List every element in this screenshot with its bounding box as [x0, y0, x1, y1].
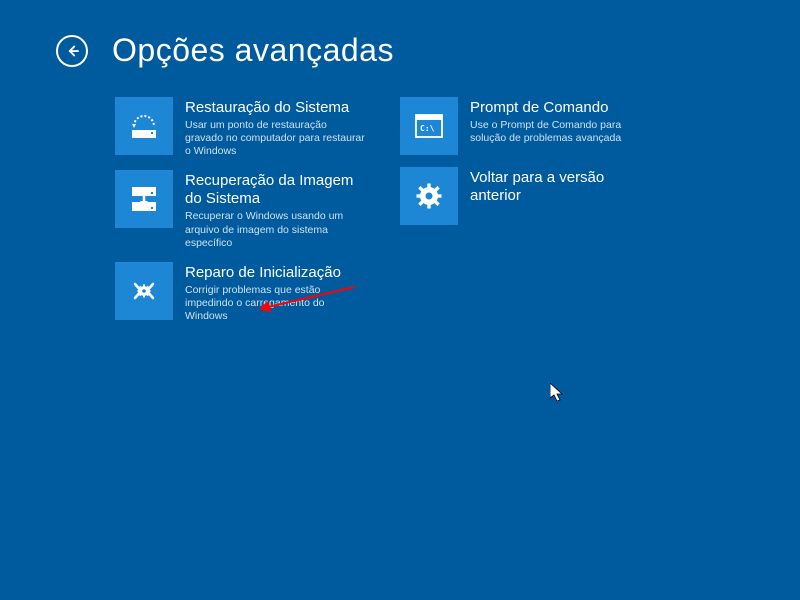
tile-text: Recuperação da Imagem do Sistema Recuper…	[185, 170, 370, 249]
mouse-cursor-icon	[550, 383, 566, 403]
tile-system-image-recovery[interactable]: Recuperação da Imagem do Sistema Recuper…	[115, 170, 370, 249]
column-right: C:\ Prompt de Comando Use o Prompt de Co…	[400, 97, 655, 323]
tile-startup-repair[interactable]: Reparo de Inicialização Corrigir problem…	[115, 262, 370, 323]
tile-title: Prompt de Comando	[470, 99, 650, 117]
command-prompt-icon: C:\	[400, 97, 458, 155]
page-title: Opções avançadas	[112, 32, 394, 69]
system-image-recovery-icon	[115, 170, 173, 228]
tile-title: Restauração do Sistema	[185, 99, 365, 117]
system-restore-icon	[115, 97, 173, 155]
arrow-left-icon	[63, 42, 81, 60]
tile-text: Prompt de Comando Use o Prompt de Comand…	[470, 97, 650, 155]
svg-text:C:\: C:\	[420, 124, 435, 133]
tile-desc: Use o Prompt de Comando para solução de …	[470, 119, 650, 145]
options-grid: Restauração do Sistema Usar um ponto de …	[0, 69, 800, 323]
tile-command-prompt[interactable]: C:\ Prompt de Comando Use o Prompt de Co…	[400, 97, 655, 155]
tile-previous-version[interactable]: Voltar para a versão anterior	[400, 167, 655, 225]
back-button[interactable]	[56, 35, 88, 67]
column-left: Restauração do Sistema Usar um ponto de …	[115, 97, 370, 323]
tile-desc: Recuperar o Windows usando um arquivo de…	[185, 210, 365, 249]
previous-version-icon	[400, 167, 458, 225]
tile-desc: Corrigir problemas que estão impedindo o…	[185, 284, 365, 323]
tile-text: Voltar para a versão anterior	[470, 167, 655, 225]
tile-text: Restauração do Sistema Usar um ponto de …	[185, 97, 365, 158]
tile-system-restore[interactable]: Restauração do Sistema Usar um ponto de …	[115, 97, 370, 158]
tile-desc: Usar um ponto de restauração gravado no …	[185, 119, 365, 158]
tile-text: Reparo de Inicialização Corrigir problem…	[185, 262, 365, 323]
tile-title: Voltar para a versão anterior	[470, 169, 655, 205]
tile-title: Reparo de Inicialização	[185, 264, 365, 282]
tile-title: Recuperação da Imagem do Sistema	[185, 172, 370, 208]
startup-repair-icon	[115, 262, 173, 320]
header: Opções avançadas	[0, 0, 800, 69]
